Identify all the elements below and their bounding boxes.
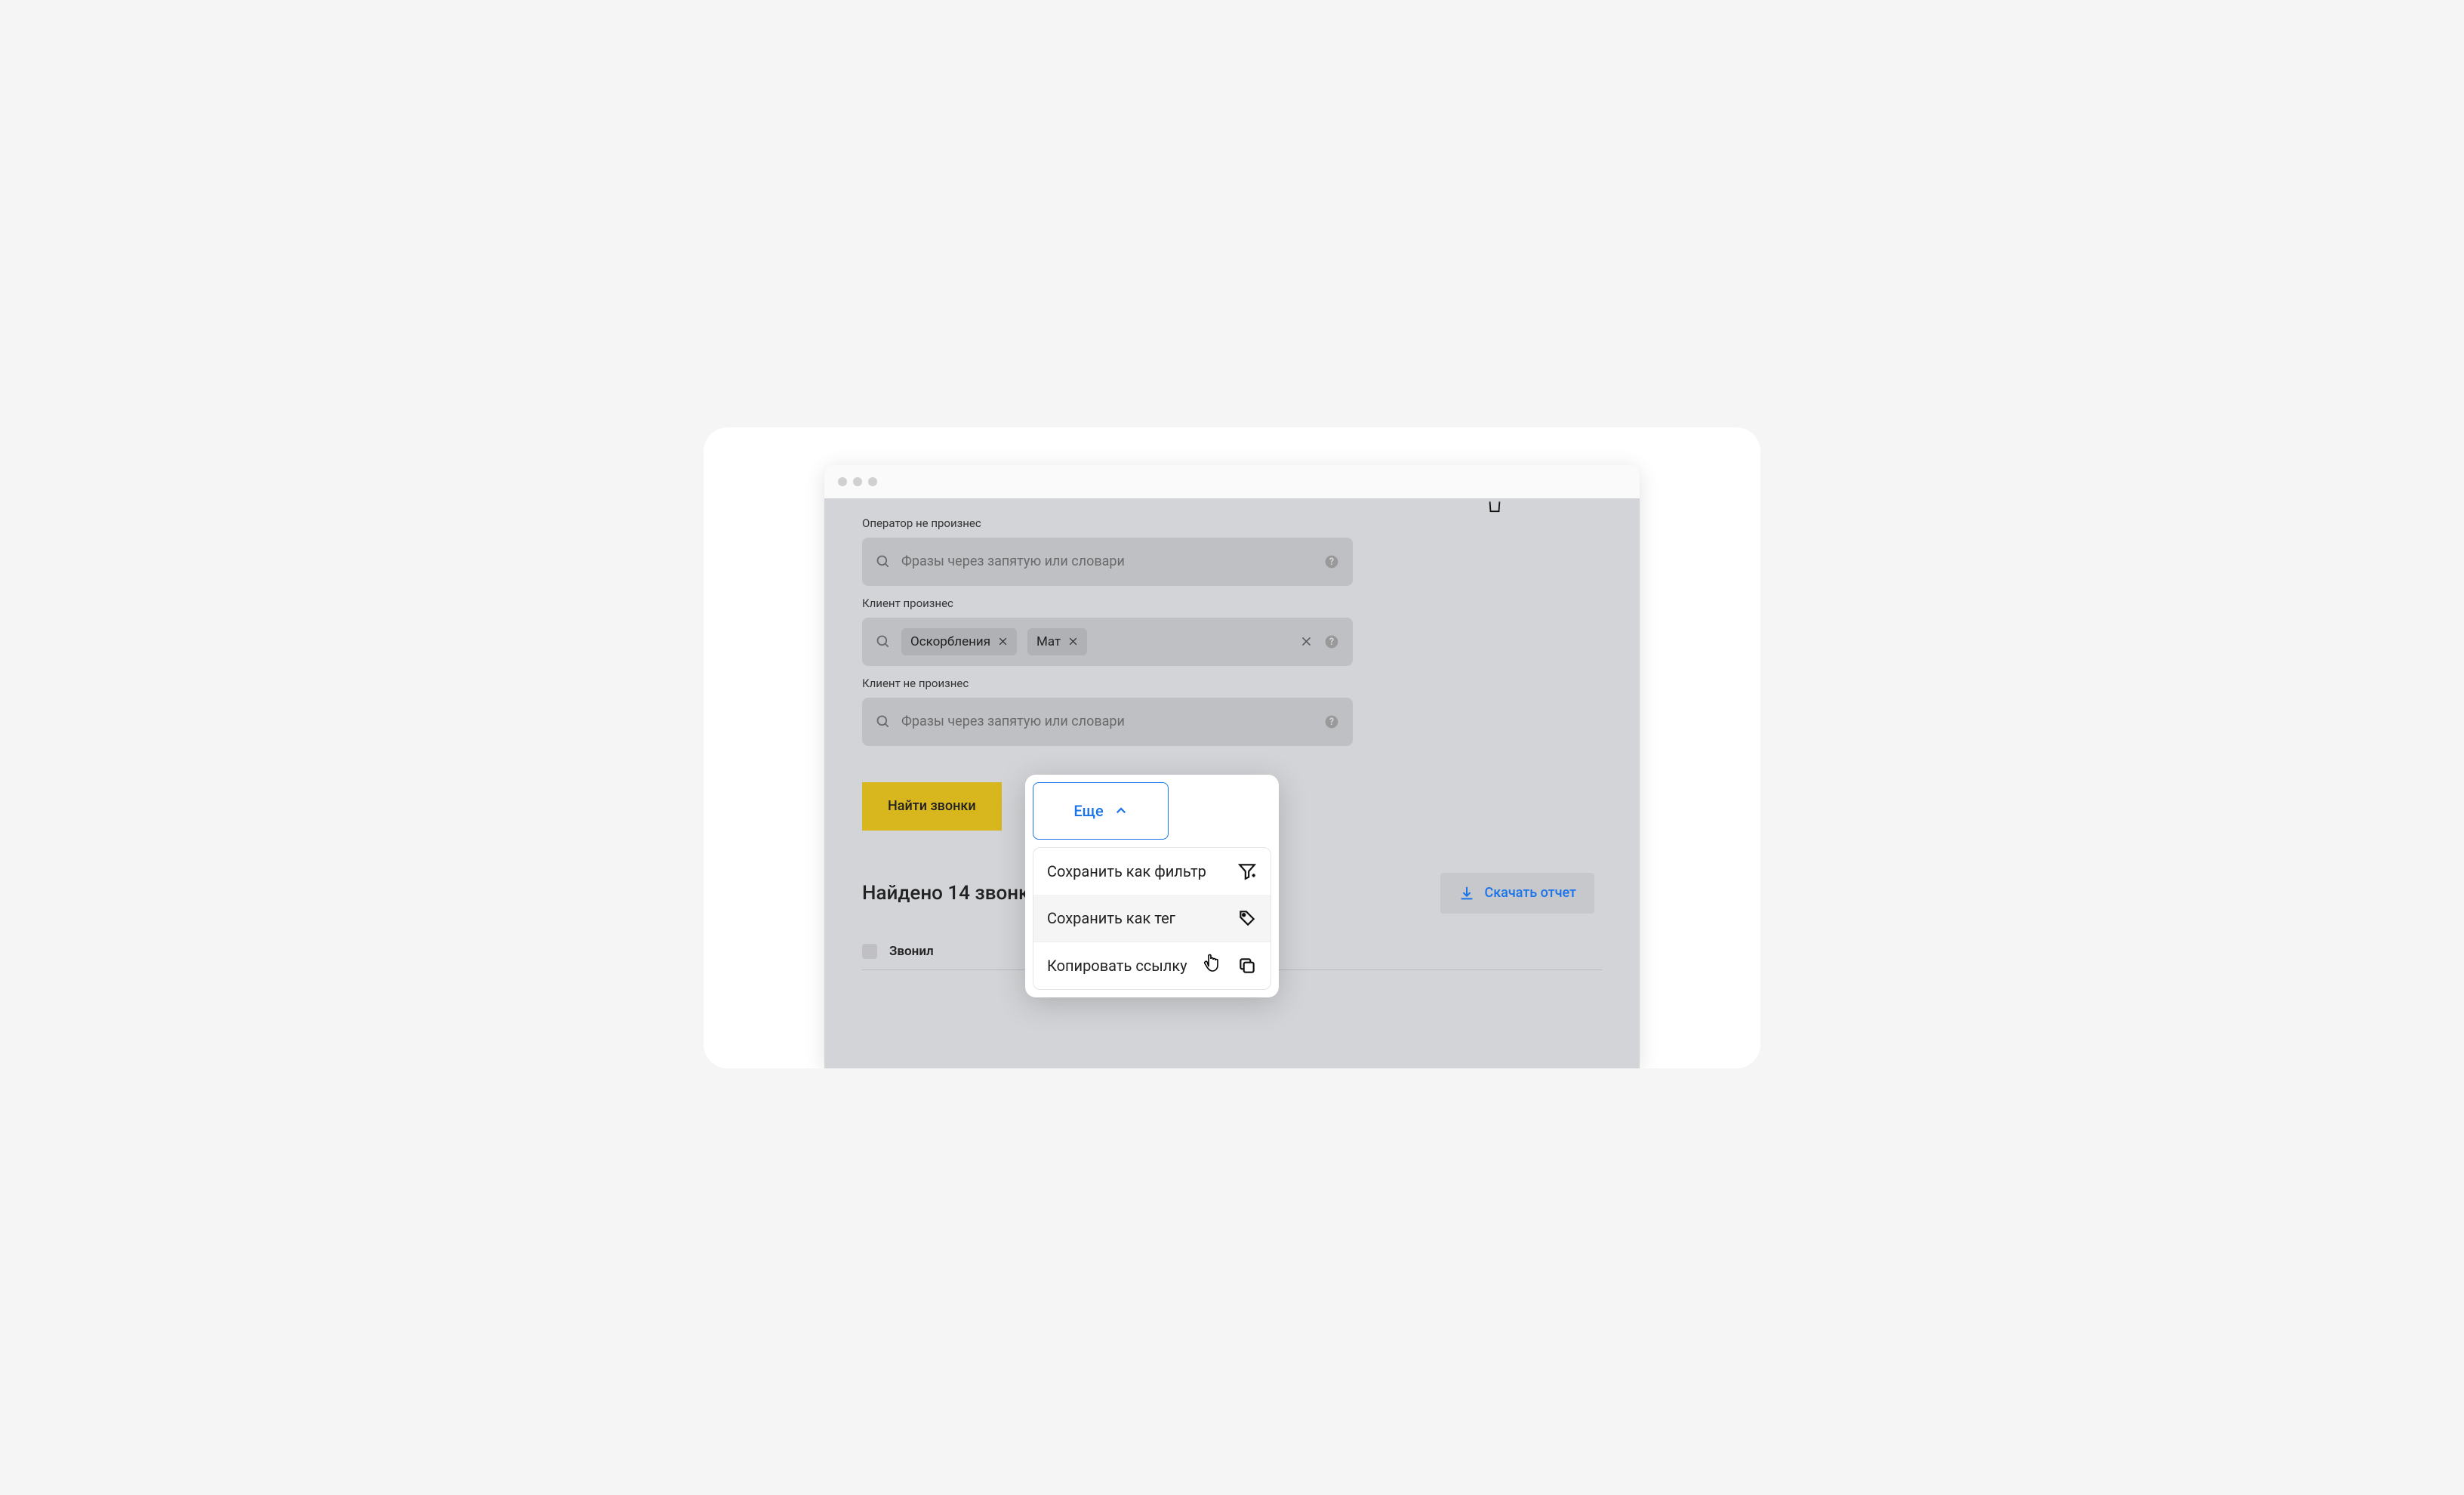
- svg-text:?: ?: [1329, 717, 1334, 728]
- svg-text:?: ?: [1329, 556, 1334, 568]
- traffic-light-close[interactable]: [838, 477, 847, 486]
- more-button[interactable]: Еще: [1033, 782, 1169, 840]
- results-prefix: Найдено: [862, 882, 947, 905]
- dropdown-menu: Сохранить как фильтр Сохранить как тег: [1033, 847, 1271, 990]
- copy-icon: [1237, 956, 1257, 976]
- find-calls-button[interactable]: Найти звонки: [862, 782, 1002, 831]
- browser-window: Оператор не произнес Фразы через запятую…: [824, 465, 1640, 1068]
- close-icon[interactable]: [1068, 637, 1078, 646]
- placeholder-text: Фразы через запятую или словари: [901, 553, 1339, 569]
- column-caller: Звонил: [889, 944, 934, 959]
- svg-text:?: ?: [1329, 637, 1334, 648]
- tag-chip-profanity[interactable]: Мат: [1027, 628, 1087, 655]
- browser-titlebar: [824, 465, 1640, 498]
- menu-item-label: Сохранить как фильтр: [1047, 862, 1206, 880]
- menu-item-label: Сохранить как тег: [1047, 909, 1175, 927]
- help-icon[interactable]: ?: [1324, 634, 1339, 649]
- menu-item-label: Копировать ссылку: [1047, 957, 1187, 975]
- filter-client-said: Клиент произнес Оскорбления Мат: [862, 596, 1602, 666]
- search-icon: [876, 554, 891, 569]
- download-report-button[interactable]: Скачать отчет: [1440, 873, 1594, 914]
- download-label: Скачать отчет: [1484, 885, 1576, 901]
- search-icon: [876, 714, 891, 729]
- results-count: Найдено 14 звонки: [862, 882, 1040, 905]
- chevron-up-icon: [1114, 804, 1128, 818]
- tag-chip-insults[interactable]: Оскорбления: [901, 628, 1017, 655]
- outer-frame: Оператор не произнес Фразы через запятую…: [704, 427, 1760, 1068]
- content-area: Оператор не произнес Фразы через запятую…: [824, 498, 1640, 1068]
- filter-operator-not-said: Оператор не произнес Фразы через запятую…: [862, 516, 1602, 586]
- help-icon[interactable]: ?: [1324, 714, 1339, 729]
- filter-label: Оператор не произнес: [862, 516, 1602, 530]
- trash-icon[interactable]: [1486, 497, 1504, 513]
- dropdown-save-as-filter[interactable]: Сохранить как фильтр: [1033, 848, 1270, 895]
- placeholder-text: Фразы через запятую или словари: [901, 714, 1339, 729]
- clear-all-icon[interactable]: [1301, 636, 1312, 647]
- search-icon: [876, 634, 891, 649]
- more-label: Еще: [1073, 802, 1103, 820]
- results-number: 14: [947, 882, 970, 905]
- dropdown-save-as-tag[interactable]: Сохранить как тег: [1033, 895, 1270, 942]
- action-row: Найти звонки Еще Сохранить как фильтр: [862, 782, 1602, 831]
- tag-label: Оскорбления: [910, 634, 990, 649]
- filter-input-client-not[interactable]: Фразы через запятую или словари ?: [862, 698, 1353, 746]
- dropdown-copy-link[interactable]: Копировать ссылку: [1033, 942, 1270, 989]
- filter-plus-icon: [1237, 862, 1257, 881]
- traffic-light-maximize[interactable]: [868, 477, 877, 486]
- download-icon: [1458, 885, 1475, 902]
- help-icon[interactable]: ?: [1324, 554, 1339, 569]
- traffic-light-minimize[interactable]: [853, 477, 862, 486]
- tag-label: Мат: [1036, 634, 1061, 649]
- select-all-checkbox[interactable]: [862, 944, 877, 959]
- tag-icon: [1237, 908, 1257, 928]
- filter-client-not-said: Клиент не произнес Фразы через запятую и…: [862, 677, 1602, 746]
- filter-input-operator-not[interactable]: Фразы через запятую или словари ?: [862, 538, 1353, 586]
- filter-label: Клиент не произнес: [862, 677, 1602, 690]
- more-dropdown-panel: Еще Сохранить как фильтр: [1025, 775, 1279, 997]
- filter-input-client-said[interactable]: Оскорбления Мат: [862, 618, 1353, 666]
- close-icon[interactable]: [998, 637, 1008, 646]
- filter-label: Клиент произнес: [862, 596, 1602, 610]
